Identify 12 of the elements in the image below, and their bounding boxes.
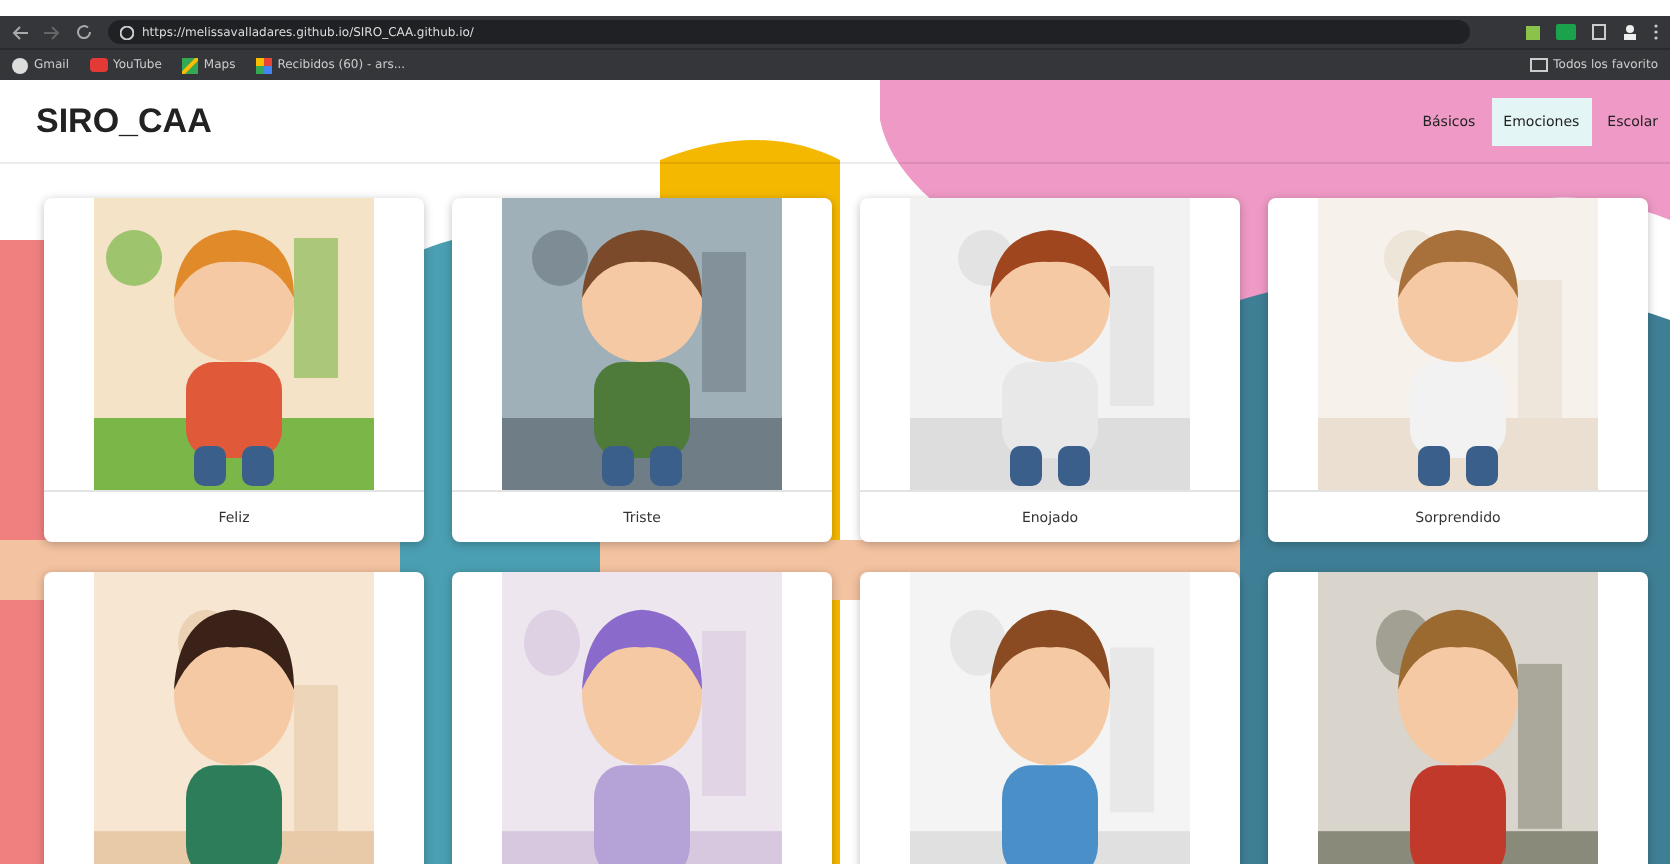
extension-icon[interactable] — [1526, 25, 1540, 39]
map-icon — [181, 57, 198, 73]
card[interactable] — [860, 572, 1240, 864]
site-info-icon — [120, 25, 134, 39]
profile-icon[interactable] — [1622, 24, 1638, 40]
reload-icon[interactable] — [76, 24, 92, 40]
back-icon[interactable] — [12, 25, 28, 39]
pinwheel-icon — [255, 57, 272, 73]
play-icon — [89, 58, 108, 72]
card[interactable] — [44, 572, 424, 864]
app-title: SIRO_CAA — [36, 101, 214, 141]
folder-icon — [1529, 58, 1548, 72]
